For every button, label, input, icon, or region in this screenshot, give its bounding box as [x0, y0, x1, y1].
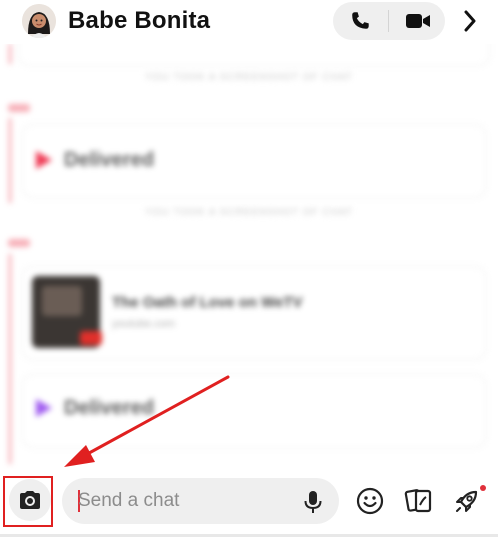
microphone-icon[interactable] — [300, 489, 326, 515]
system-message: YOU TOOK A SCREENSHOT OF CHAT — [145, 72, 353, 83]
delivered-status: Delivered — [64, 397, 155, 419]
blurred-conversation: YOU TOOK A SCREENSHOT OF CHAT Delivered … — [0, 44, 498, 469]
chat-composer — [0, 469, 498, 537]
send-chat-field[interactable] — [62, 478, 339, 524]
chevron-right-icon[interactable] — [460, 9, 480, 33]
emoji-icon[interactable] — [353, 484, 387, 518]
contact-name[interactable]: Babe Bonita — [68, 7, 210, 35]
message-card — [18, 44, 490, 66]
youtube-icon — [80, 331, 102, 345]
sent-arrow-icon — [36, 399, 52, 417]
sender-tag — [8, 239, 30, 247]
call-divider — [388, 10, 389, 32]
camera-highlight-box — [3, 476, 53, 527]
call-button-group — [333, 2, 445, 40]
system-message: YOU TOOK A SCREENSHOT OF CHAT — [145, 207, 353, 218]
phone-icon[interactable] — [347, 9, 373, 33]
delivered-status: Delivered — [64, 149, 155, 171]
link-source: youtube.com — [112, 318, 175, 330]
send-chat-input[interactable] — [78, 478, 288, 524]
message-stripe — [9, 44, 11, 64]
bitmoji-avatar-icon[interactable] — [22, 4, 56, 38]
rocket-icon[interactable] — [450, 484, 484, 518]
message-stripe — [9, 118, 11, 203]
sender-tag — [8, 104, 30, 112]
sent-arrow-icon — [36, 151, 52, 169]
message-stripe — [9, 254, 11, 464]
notification-dot — [480, 485, 486, 491]
chat-header: Babe Bonita — [0, 0, 498, 44]
chat-message-list[interactable]: YOU TOOK A SCREENSHOT OF CHAT Delivered … — [0, 44, 498, 469]
stickers-icon[interactable] — [402, 484, 436, 518]
link-title: The Oath of Love on WeTV — [112, 294, 303, 311]
video-camera-icon[interactable] — [403, 9, 433, 33]
